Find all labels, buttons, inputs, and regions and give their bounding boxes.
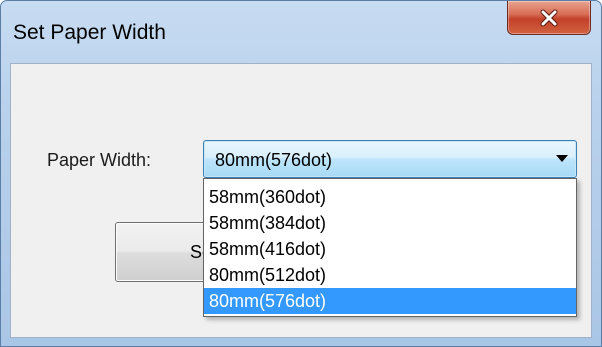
paper-width-select[interactable]: 80mm(576dot) bbox=[203, 140, 577, 178]
dialog-body: Paper Width: 80mm(576dot) Set 58mm(360do… bbox=[10, 63, 592, 338]
dropdown-option-58mm-384dot[interactable]: 58mm(384dot) bbox=[204, 210, 576, 236]
set-paper-width-dialog: Set Paper Width Paper Width: 80mm(576dot… bbox=[0, 0, 602, 347]
dropdown-option-58mm-360dot[interactable]: 58mm(360dot) bbox=[204, 184, 576, 210]
dropdown-option-80mm-512dot[interactable]: 80mm(512dot) bbox=[204, 262, 576, 288]
paper-width-selected-value: 80mm(576dot) bbox=[215, 150, 333, 170]
paper-width-label: Paper Width: bbox=[47, 150, 152, 170]
dropdown-option-58mm-416dot[interactable]: 58mm(416dot) bbox=[204, 236, 576, 262]
chevron-down-icon[interactable] bbox=[556, 155, 568, 162]
paper-width-dropdown-list[interactable]: 58mm(360dot) 58mm(384dot) 58mm(416dot) 8… bbox=[203, 178, 577, 317]
close-button[interactable] bbox=[507, 1, 591, 35]
close-icon bbox=[508, 1, 590, 34]
title-bar[interactable]: Set Paper Width bbox=[1, 1, 601, 63]
dropdown-option-80mm-576dot[interactable]: 80mm(576dot) bbox=[204, 288, 576, 314]
window-title: Set Paper Width bbox=[13, 21, 166, 44]
